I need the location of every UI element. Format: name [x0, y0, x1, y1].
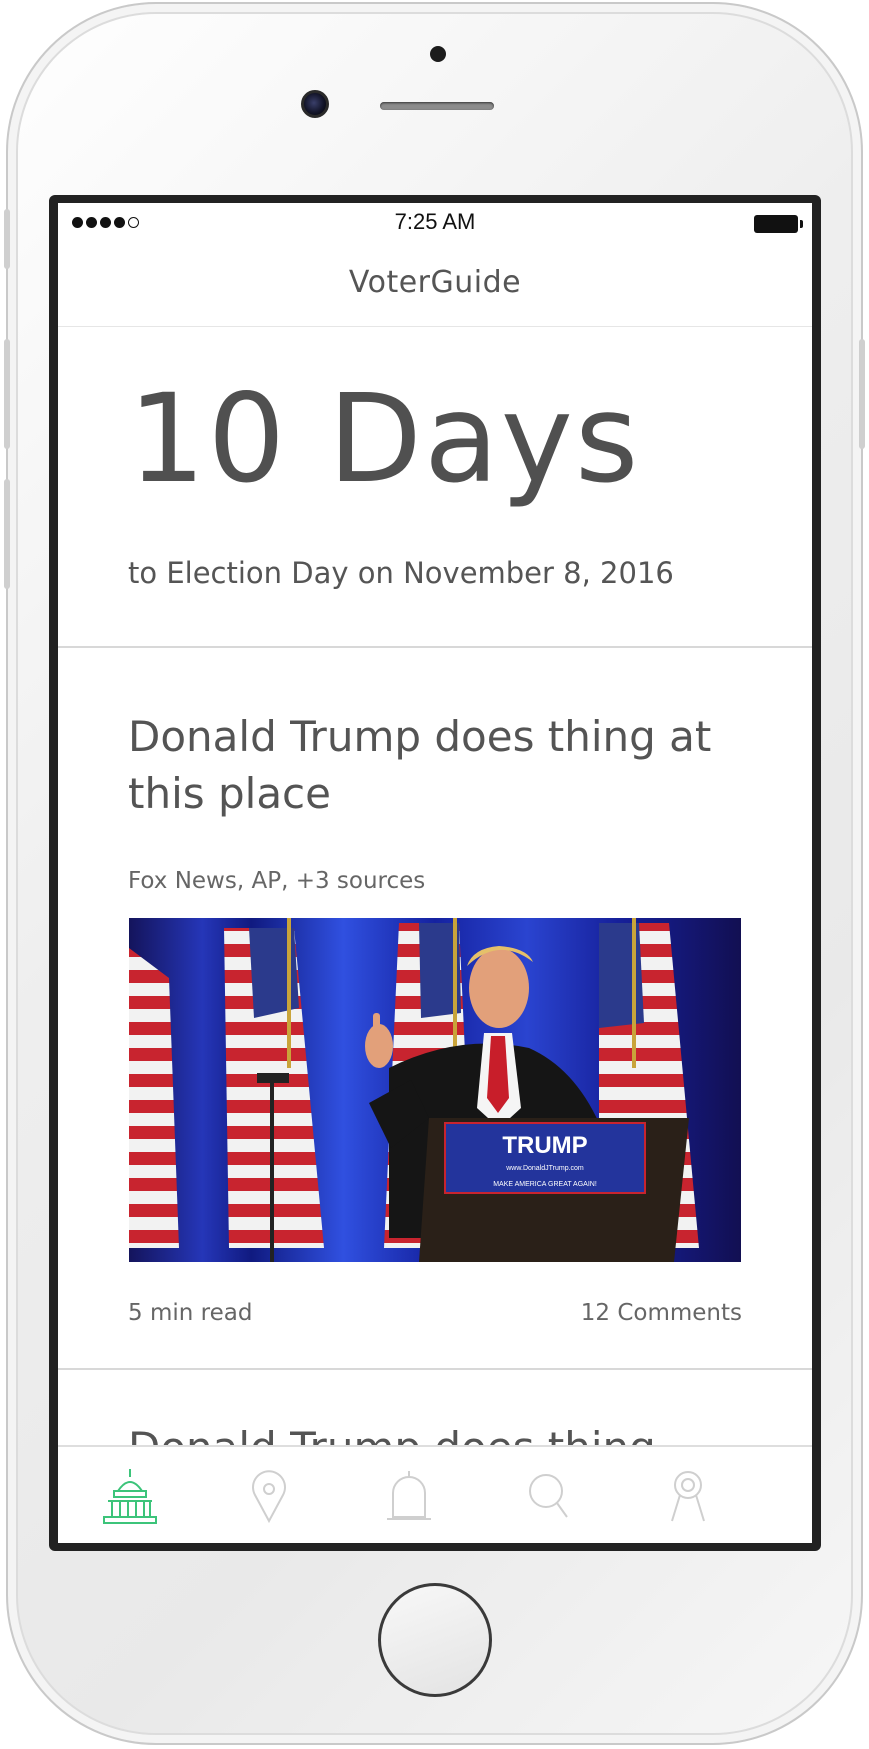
volume-down-button — [4, 479, 10, 589]
photo-illustration: TRUMP www.DonaldJTrump.com MAKE AMERICA … — [129, 918, 741, 1262]
countdown-days: 10 Days — [128, 368, 641, 510]
volume-up-button — [4, 339, 10, 449]
countdown-subtitle: to Election Day on November 8, 2016 — [128, 556, 674, 590]
read-time: 5 min read — [128, 1300, 253, 1326]
comments-link[interactable]: 12 Comments — [581, 1300, 742, 1326]
earpiece-speaker — [380, 102, 494, 110]
article-photo[interactable]: TRUMP www.DonaldJTrump.com MAKE AMERICA … — [129, 918, 741, 1262]
mute-switch — [4, 209, 10, 269]
svg-text:TRUMP: TRUMP — [502, 1132, 587, 1159]
capitol-icon[interactable] — [100, 1467, 160, 1527]
app-title: VoterGuide — [348, 265, 522, 300]
article-card[interactable]: Donald Trump does thing at this place Fo… — [58, 650, 812, 1370]
screen: 7:25 AM VoterGuide 10 Days to Election D… — [58, 203, 812, 1543]
profile-icon[interactable] — [658, 1467, 718, 1527]
status-bar: 7:25 AM — [58, 203, 812, 243]
battery-icon — [754, 215, 803, 233]
podium: TRUMP www.DonaldJTrump.com MAKE AMERICA … — [419, 1118, 689, 1262]
feed-scroll-area[interactable]: 10 Days to Election Day on November 8, 2… — [58, 328, 812, 1448]
home-button[interactable] — [378, 1583, 492, 1697]
tab-bar — [58, 1445, 812, 1543]
article-headline[interactable]: Donald Trump does thing at this place — [128, 708, 748, 822]
search-icon[interactable] — [519, 1467, 579, 1527]
article-sources[interactable]: Fox News, AP, +3 sources — [128, 868, 425, 894]
location-pin-icon[interactable] — [239, 1467, 299, 1527]
status-time: 7:25 AM — [394, 209, 476, 234]
front-camera — [301, 90, 329, 118]
bell-icon[interactable] — [379, 1467, 439, 1527]
election-countdown-card: 10 Days to Election Day on November 8, 2… — [58, 328, 812, 648]
proximity-sensor — [430, 46, 446, 62]
svg-text:www.DonaldJTrump.com: www.DonaldJTrump.com — [505, 1165, 584, 1172]
svg-text:MAKE AMERICA GREAT AGAIN!: MAKE AMERICA GREAT AGAIN! — [493, 1181, 597, 1188]
navigation-bar: VoterGuide — [58, 243, 812, 327]
power-button — [859, 339, 865, 449]
